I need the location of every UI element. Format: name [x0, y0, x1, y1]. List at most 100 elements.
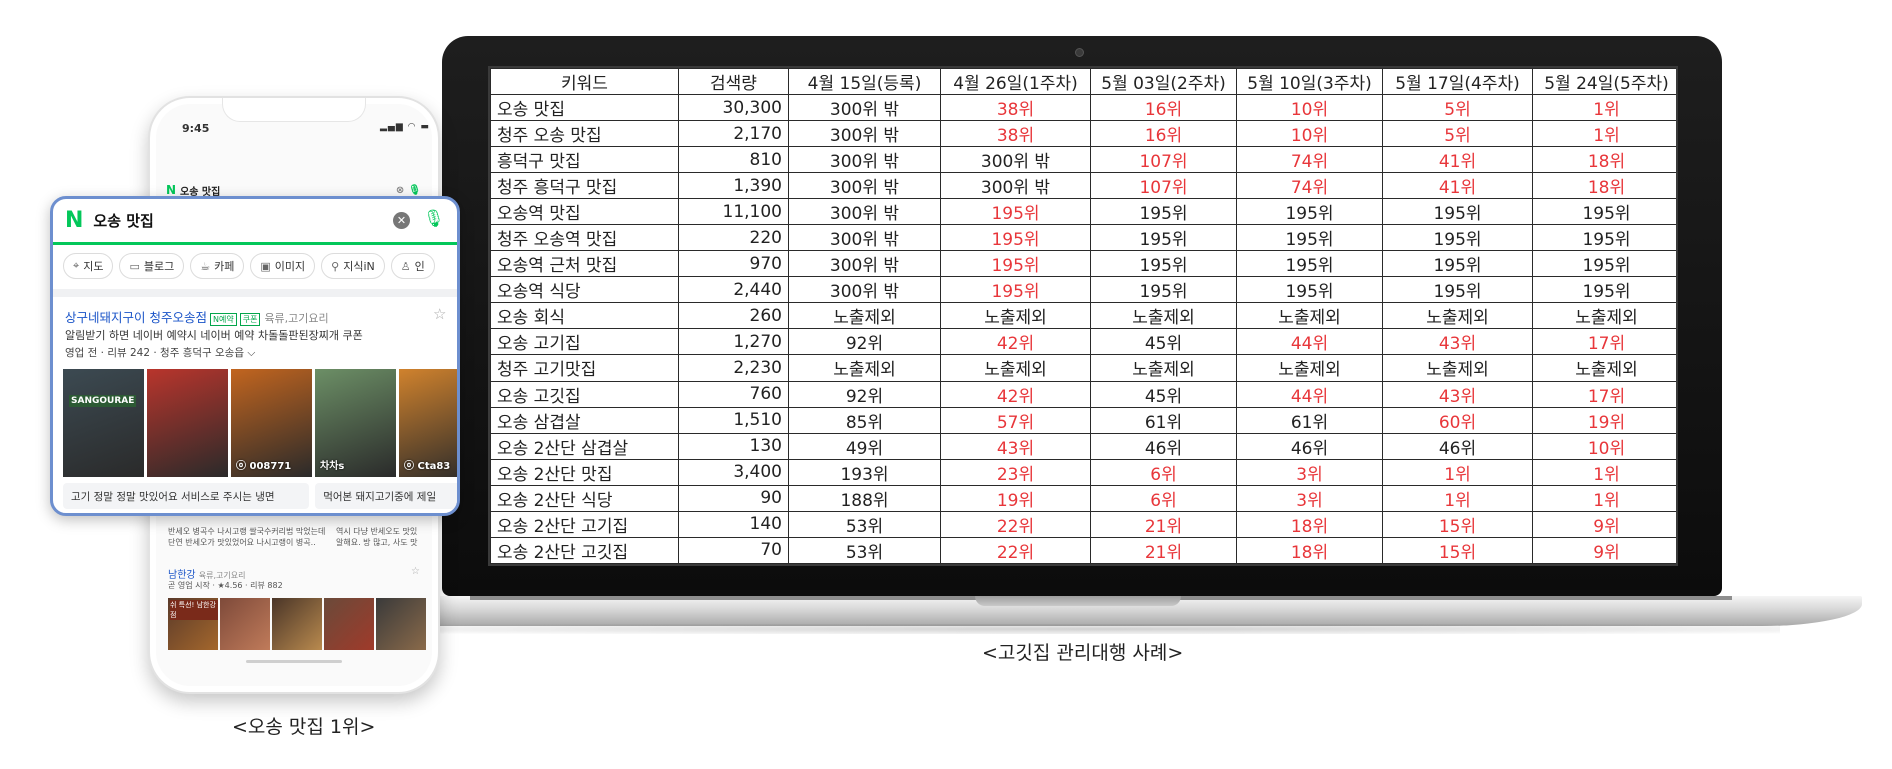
- phone-notch: [222, 98, 366, 122]
- rank-cell: 43위: [1382, 328, 1533, 356]
- second-photo[interactable]: 쉬 특선! 남한강 점: [168, 598, 218, 650]
- table-row: 오송 맛집 30,300 300위 밖 38위 16위 10위 5위 1위: [490, 93, 1676, 122]
- bg-review-line-3: 역시 다냥 반세오도 맛있: [336, 527, 418, 536]
- person-icon: ♙: [400, 259, 411, 273]
- review-snippets: 고기 정말 정말 맛있어요 서비스로 주시는 냉면 먹어본 돼지고기중에 제일: [63, 483, 457, 511]
- rank-cell: 23위: [940, 458, 1091, 486]
- rank-cell: 46위: [1236, 432, 1383, 460]
- review-snippet[interactable]: 먹어본 돼지고기중에 제일: [315, 483, 457, 509]
- rank-cell: 38위: [940, 120, 1091, 148]
- place-photo[interactable]: ⓞ Cta83: [399, 369, 457, 477]
- laptop-caption: <고깃집 관리대행 사례>: [982, 642, 1184, 664]
- rank-cell: 193위: [788, 458, 941, 486]
- rank-cell: 300위 밖: [788, 224, 941, 252]
- rank-cell: 74위: [1236, 146, 1383, 174]
- rank-cell: 45위: [1090, 380, 1237, 408]
- place-photo[interactable]: 차차s: [315, 369, 396, 477]
- col-header-week-0: 4월 15일(등록): [788, 68, 941, 95]
- rank-cell: 15위: [1382, 536, 1533, 564]
- rank-cell: 92위: [788, 380, 941, 408]
- rank-cell: 1위: [1532, 120, 1676, 148]
- rank-cell: 16위: [1090, 93, 1237, 122]
- place-title[interactable]: 상구네돼지구이 청주오송점 N예약 쿠폰 육류,고기요리: [65, 307, 329, 326]
- rank-cell: 5위: [1382, 93, 1533, 122]
- rank-cell: 195위: [1382, 224, 1533, 252]
- rank-cell: 노출제외: [1236, 302, 1383, 330]
- place-name[interactable]: 상구네돼지구이 청주오송점: [65, 310, 207, 325]
- rank-cell: 57위: [940, 406, 1091, 434]
- bg-review-line-4: 알해요. 방 많고, 사도 맛: [336, 538, 418, 547]
- place-photo[interactable]: [147, 369, 228, 477]
- second-photo[interactable]: [324, 598, 374, 650]
- second-place-title[interactable]: 남한강 육류,고기요리 ☆: [168, 566, 426, 581]
- rank-cell: 42위: [940, 328, 1091, 356]
- search-tab-chips: ⌖ 지도 ▭ 블로그 ☕ 카페 ▣ 이미지 ⚲ 지식iN ♙ 인: [63, 253, 457, 283]
- search-bar[interactable]: N 오송 맛집 ✕ 🎙: [53, 199, 457, 245]
- tab-image[interactable]: ▣ 이미지: [250, 253, 316, 279]
- place-category: 육류,고기요리: [264, 312, 329, 325]
- bg-review-1: 반세오 병곡수 나시고랭 쌀국수커리법 막었는데 단연 반세오가 맛있었어요 나…: [168, 526, 328, 548]
- save-star-icon[interactable]: ☆: [433, 305, 446, 323]
- storefront-sign: SANGOURAE: [69, 395, 137, 407]
- volume-cell: 810: [678, 146, 789, 174]
- rank-cell: 18위: [1532, 146, 1676, 174]
- volume-cell: 30,300: [678, 93, 789, 122]
- home-indicator[interactable]: [246, 660, 342, 663]
- col-header-volume: 검색량: [678, 68, 789, 95]
- rank-cell: 노출제외: [1532, 354, 1676, 382]
- table-row: 청주 오송역 맛집 220 300위 밖 195위 195위 195위 195위 195위: [490, 224, 1676, 252]
- rank-cell: 노출제외: [940, 302, 1091, 330]
- rank-cell: 5위: [1382, 120, 1533, 148]
- review-snippet[interactable]: 고기 정말 정말 맛있어요 서비스로 주시는 냉면: [63, 483, 310, 509]
- tab-person[interactable]: ♙ 인: [390, 253, 435, 279]
- second-star-icon[interactable]: ☆: [411, 566, 420, 577]
- bg-review-line-2: 단연 반세오가 맛있었어요 나시고랭이 병곡..: [168, 538, 316, 547]
- clear-icon[interactable]: ⊗: [396, 185, 404, 196]
- rank-cell: 6위: [1090, 484, 1237, 512]
- rank-cell: 10위: [1532, 432, 1676, 460]
- place-photo[interactable]: SANGOURAE: [63, 369, 144, 477]
- second-photo[interactable]: [272, 598, 322, 650]
- rank-cell: 17위: [1532, 328, 1676, 356]
- rank-cell: 195위: [1090, 224, 1237, 252]
- rank-cell: 53위: [788, 510, 941, 538]
- tab-cafe[interactable]: ☕ 카페: [190, 253, 245, 279]
- keyword-cell: 청주 오송 맛집: [490, 120, 679, 148]
- clear-icon[interactable]: ✕: [393, 212, 410, 229]
- place-meta[interactable]: 영업 전 · 리뷰 242 · 청주 흥덕구 오송읍 ⌵: [65, 345, 255, 360]
- table-row: 오송 2산단 삼겹살 130 49위 43위 46위 46위 46위 10위: [490, 432, 1676, 460]
- rank-cell: 22위: [940, 536, 1091, 564]
- status-icons: ▂▄▆ ◠ ▬: [380, 122, 430, 132]
- mic-icon[interactable]: 🎙: [408, 185, 421, 196]
- rank-cell: 10위: [1236, 93, 1383, 122]
- photo-user-tag: 차차s: [320, 461, 345, 472]
- rank-cell: 92위: [788, 328, 941, 356]
- tab-kin[interactable]: ⚲ 지식iN: [321, 253, 385, 279]
- rank-cell: 21위: [1090, 510, 1237, 538]
- tab-kin-label: 지식iN: [343, 260, 375, 273]
- rank-cell: 195위: [940, 224, 1091, 252]
- tab-map[interactable]: ⌖ 지도: [63, 253, 114, 279]
- rank-cell: 1위: [1532, 93, 1676, 122]
- tab-blog[interactable]: ▭ 블로그: [119, 253, 185, 279]
- rank-cell: 22위: [940, 510, 1091, 538]
- rank-cell: 195위: [940, 198, 1091, 226]
- volume-cell: 760: [678, 380, 789, 408]
- rank-cell: 21위: [1090, 536, 1237, 564]
- rank-cell: 195위: [940, 276, 1091, 304]
- search-input[interactable]: 오송 맛집: [93, 210, 153, 231]
- rank-cell: 38위: [940, 93, 1091, 122]
- place-photo[interactable]: ⓞ 008771: [231, 369, 312, 477]
- keyword-cell: 오송역 식당: [490, 276, 679, 304]
- rank-cell: 107위: [1090, 146, 1237, 174]
- volume-cell: 2,170: [678, 120, 789, 148]
- table-row: 오송 삼겹살 1,510 85위 57위 61위 61위 60위 19위: [490, 406, 1676, 434]
- second-photo[interactable]: [220, 598, 270, 650]
- mic-icon[interactable]: 🎙: [423, 209, 445, 229]
- keyword-cell: 오송역 근처 맛집: [490, 250, 679, 278]
- second-photo[interactable]: [376, 598, 426, 650]
- rank-cell: 195위: [1382, 276, 1533, 304]
- photo-strip: SANGOURAE ⓞ 008771 차차s ⓞ Cta83: [63, 369, 457, 477]
- rank-cell: 60위: [1382, 406, 1533, 434]
- rank-cell: 300위 밖: [940, 146, 1091, 174]
